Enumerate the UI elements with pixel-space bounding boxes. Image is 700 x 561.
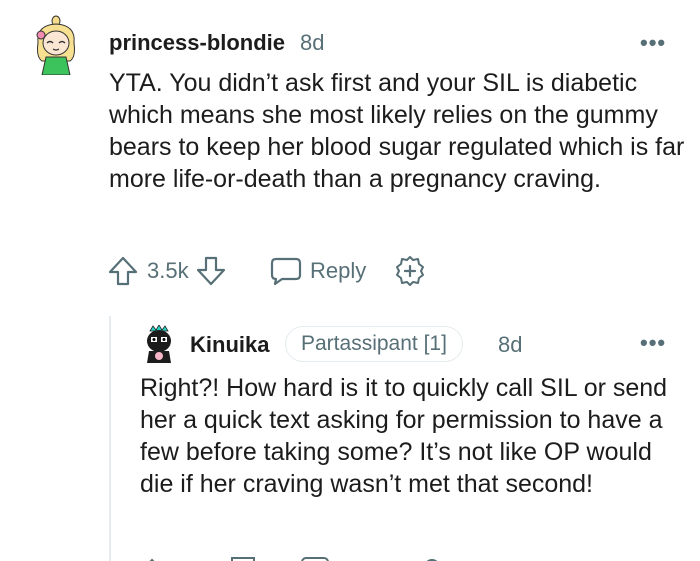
reply-label: Reply (310, 258, 367, 283)
reply-username[interactable]: Kinuika (190, 332, 269, 358)
comment-body: YTA. You didn’t ask first and your SIL i… (109, 69, 685, 193)
reply-age[interactable]: 8d (498, 332, 522, 358)
comment-vote-group: 3.5k (107, 254, 227, 288)
avatar-kinuika[interactable] (142, 324, 176, 363)
upvote-icon[interactable] (107, 255, 139, 287)
vote-score: 3.5k (147, 258, 189, 283)
award-button[interactable] (393, 254, 427, 288)
comment-age[interactable]: 8d (300, 30, 324, 56)
award-plus-icon (393, 254, 427, 288)
avatar-princess-blondie[interactable] (32, 13, 84, 76)
chat-bubble-icon (270, 256, 302, 286)
comment-username[interactable]: princess-blondie (109, 30, 285, 56)
user-flair-badge: Partassipant [1] (285, 326, 463, 362)
comment-more-options-button[interactable]: ••• (640, 30, 666, 56)
reply-button[interactable]: Reply (270, 254, 366, 288)
reply-more-options-button[interactable]: ••• (640, 330, 666, 356)
reply-action-bar-partial (140, 552, 600, 561)
thread-line[interactable] (109, 316, 111, 561)
reply-body: Right?! How hard is it to quickly call S… (140, 374, 668, 498)
downvote-icon[interactable] (195, 255, 227, 287)
